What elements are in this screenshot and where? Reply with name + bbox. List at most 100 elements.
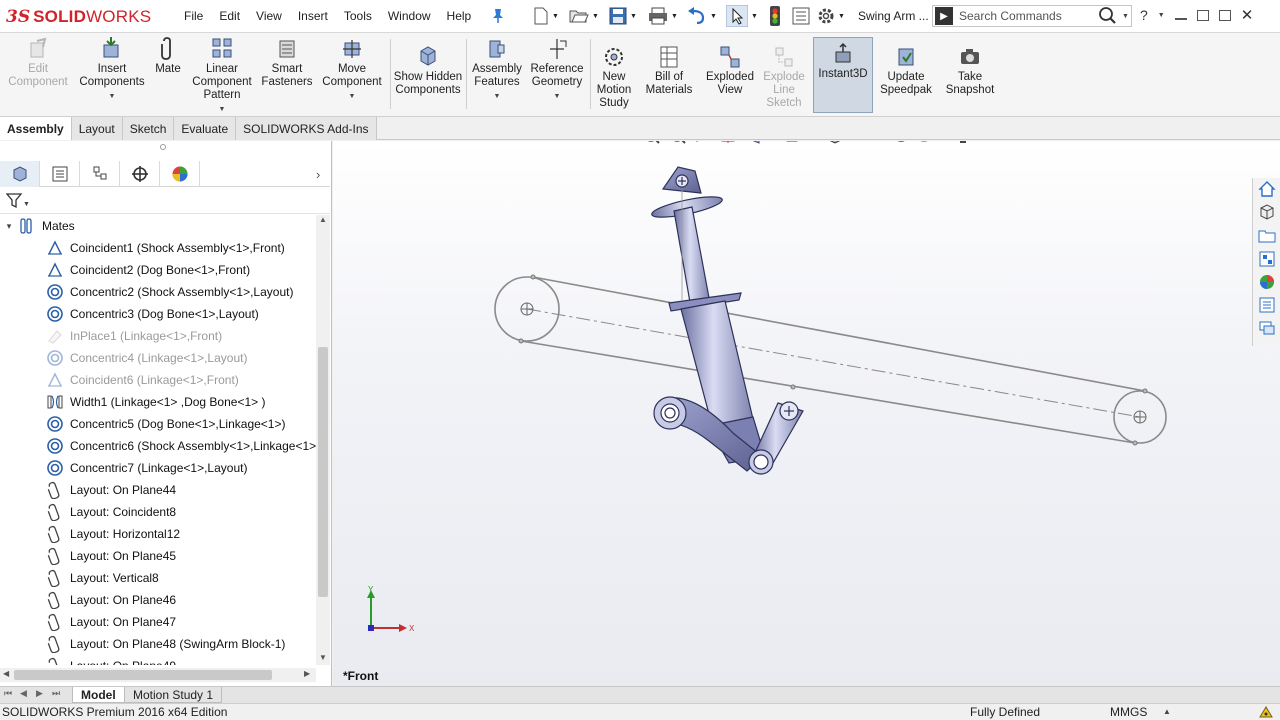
- minimize-button[interactable]: [1174, 18, 1187, 20]
- mate-button[interactable]: Mate: [150, 37, 186, 76]
- tree-item-mate[interactable]: Coincident1 (Shock Assembly<1>,Front): [0, 237, 316, 259]
- scroll-up-icon[interactable]: ▲: [319, 215, 327, 224]
- menu-window[interactable]: Window: [380, 9, 439, 23]
- tree-item-mate[interactable]: Width1 (Linkage<1> ,Dog Bone<1> ): [0, 391, 316, 413]
- tree-vertical-scrollbar[interactable]: ▲ ▼: [316, 215, 330, 665]
- new-document-button[interactable]: ▼: [533, 6, 559, 26]
- linear-pattern-button[interactable]: Linear Component Pattern ▼: [188, 37, 256, 116]
- tree-item-mate[interactable]: Coincident6 (Linkage<1>,Front): [0, 369, 316, 391]
- tab-dimxpert-manager[interactable]: [120, 161, 160, 187]
- search-input[interactable]: [959, 9, 1089, 23]
- tab-motion-study-1[interactable]: Motion Study 1: [124, 687, 223, 703]
- view-palette-icon[interactable]: [1258, 250, 1276, 268]
- graphics-area[interactable]: ▼ ▼ ▼ ▼ ▼ ▼ ⧏ ⧐ — ❐ ✕: [333, 141, 1280, 687]
- bill-of-materials-button[interactable]: Bill of Materials: [640, 45, 698, 97]
- smart-fasteners-button[interactable]: Smart Fasteners: [258, 37, 316, 89]
- close-button[interactable]: ✕: [1241, 6, 1254, 24]
- menu-tools[interactable]: Tools: [336, 9, 380, 23]
- help-icon[interactable]: ?: [1140, 7, 1148, 23]
- show-hidden-components-button[interactable]: Show Hidden Components: [392, 45, 464, 97]
- chevron-right-icon[interactable]: ›: [316, 167, 320, 182]
- restore-button[interactable]: [1196, 9, 1209, 21]
- tree-item-mate[interactable]: Concentric6 (Shock Assembly<1>,Linkage<1…: [0, 435, 316, 457]
- help-dropdown-icon[interactable]: ▼: [1158, 12, 1165, 19]
- solidworks-logo[interactable]: 3S SOLIDWORKS: [6, 2, 156, 32]
- design-library-icon[interactable]: [1258, 203, 1276, 221]
- edit-component-button[interactable]: Edit Component: [6, 37, 70, 89]
- tree-item-mate[interactable]: Coincident2 (Dog Bone<1>,Front): [0, 259, 316, 281]
- collapse-arrow-icon[interactable]: ▾: [0, 221, 18, 232]
- take-snapshot-button[interactable]: Take Snapshot: [940, 45, 1000, 97]
- tree-item-mate[interactable]: Layout: On Plane46: [0, 589, 316, 611]
- scroll-down-icon[interactable]: ▼: [319, 653, 327, 662]
- tree-item-mate[interactable]: Layout: On Plane49: [0, 655, 316, 665]
- open-button[interactable]: ▼: [569, 6, 599, 26]
- tree-item-mate[interactable]: Layout: On Plane44: [0, 479, 316, 501]
- tree-item-mate[interactable]: Layout: On Plane47: [0, 611, 316, 633]
- vertical-scroll-thumb[interactable]: [318, 347, 328, 597]
- scroll-left-icon[interactable]: ◀: [3, 669, 9, 678]
- tree-item-mate[interactable]: Concentric4 (Linkage<1>,Layout): [0, 347, 316, 369]
- tab-evaluate[interactable]: Evaluate: [174, 117, 237, 140]
- scroll-right-icon[interactable]: ▶: [304, 669, 310, 678]
- model-viewport[interactable]: [333, 141, 1280, 687]
- save-button[interactable]: ▼: [609, 6, 637, 26]
- new-motion-study-button[interactable]: New Motion Study: [592, 45, 636, 110]
- explode-line-sketch-button[interactable]: Explode Line Sketch: [760, 45, 808, 110]
- menu-file[interactable]: File: [176, 9, 211, 23]
- tree-item-mate[interactable]: Layout: Coincident8: [0, 501, 316, 523]
- tree-item-mate[interactable]: Layout: On Plane48 (SwingArm Block-1): [0, 633, 316, 655]
- tab-layout[interactable]: Layout: [71, 117, 123, 140]
- nav-prev-icon[interactable]: ◀: [20, 688, 27, 699]
- tree-item-mate[interactable]: InPlace1 (Linkage<1>,Front): [0, 325, 316, 347]
- assembly-features-button[interactable]: Assembly Features ▼: [468, 37, 526, 103]
- rebuild-status-icon[interactable]: [1258, 705, 1274, 719]
- menu-insert[interactable]: Insert: [290, 9, 336, 23]
- reference-geometry-button[interactable]: Reference Geometry ▼: [527, 37, 587, 103]
- custom-properties-icon[interactable]: [1258, 296, 1276, 314]
- move-component-button[interactable]: Move Component ▼: [318, 37, 386, 103]
- instant3d-button[interactable]: Instant3D: [813, 37, 873, 113]
- menu-view[interactable]: View: [248, 9, 290, 23]
- unit-system[interactable]: MMGS: [1110, 705, 1147, 719]
- options-button[interactable]: ▼: [817, 6, 845, 26]
- filter-icon[interactable]: ▼: [6, 193, 30, 209]
- appearances-icon[interactable]: [1258, 273, 1276, 291]
- nav-first-icon[interactable]: ⏮: [4, 688, 12, 699]
- nav-last-icon[interactable]: ⏭: [52, 688, 60, 699]
- home-icon[interactable]: [1258, 180, 1276, 198]
- forum-icon[interactable]: [1258, 319, 1276, 337]
- rebuild-button[interactable]: [768, 6, 782, 26]
- insert-components-button[interactable]: Insert Components ▼: [76, 37, 148, 103]
- horizontal-scroll-thumb[interactable]: [14, 670, 272, 680]
- tab-assembly[interactable]: Assembly: [0, 117, 72, 140]
- tree-item-mate[interactable]: Concentric5 (Dog Bone<1>,Linkage<1>): [0, 413, 316, 435]
- tab-model[interactable]: Model: [72, 687, 125, 703]
- print-button[interactable]: ▼: [648, 6, 678, 26]
- update-speedpak-button[interactable]: Update Speedpak: [876, 45, 936, 97]
- nav-next-icon[interactable]: ▶: [36, 688, 43, 699]
- menu-edit[interactable]: Edit: [211, 9, 248, 23]
- unit-dropdown-icon[interactable]: ▲: [1163, 707, 1171, 716]
- undo-button[interactable]: ▼: [687, 6, 717, 26]
- exploded-view-button[interactable]: Exploded View: [702, 45, 758, 97]
- tab-feature-tree[interactable]: [0, 161, 40, 187]
- menu-help[interactable]: Help: [439, 9, 480, 23]
- file-properties-button[interactable]: [792, 6, 810, 26]
- tab-display-manager[interactable]: [160, 161, 200, 187]
- tab-sketch[interactable]: Sketch: [122, 117, 175, 140]
- tree-item-mate[interactable]: Concentric3 (Dog Bone<1>,Layout): [0, 303, 316, 325]
- tree-horizontal-scrollbar[interactable]: ◀ ▶: [0, 668, 316, 682]
- tree-item-mate[interactable]: Layout: On Plane45: [0, 545, 316, 567]
- search-icon[interactable]: ▼: [1098, 6, 1128, 26]
- tree-folder-mates[interactable]: ▾ Mates: [0, 215, 316, 237]
- tree-item-mate[interactable]: Concentric2 (Shock Assembly<1>,Layout): [0, 281, 316, 303]
- tree-item-mate[interactable]: Concentric7 (Linkage<1>,Layout): [0, 457, 316, 479]
- panel-grip[interactable]: [160, 144, 166, 150]
- tab-property-manager[interactable]: [40, 161, 80, 187]
- tab-configuration-manager[interactable]: [80, 161, 120, 187]
- tab-solidworks-addins[interactable]: SOLIDWORKS Add-Ins: [236, 117, 377, 140]
- file-explorer-icon[interactable]: [1258, 227, 1276, 245]
- pin-icon[interactable]: [491, 8, 505, 24]
- select-button[interactable]: ▼: [726, 5, 758, 27]
